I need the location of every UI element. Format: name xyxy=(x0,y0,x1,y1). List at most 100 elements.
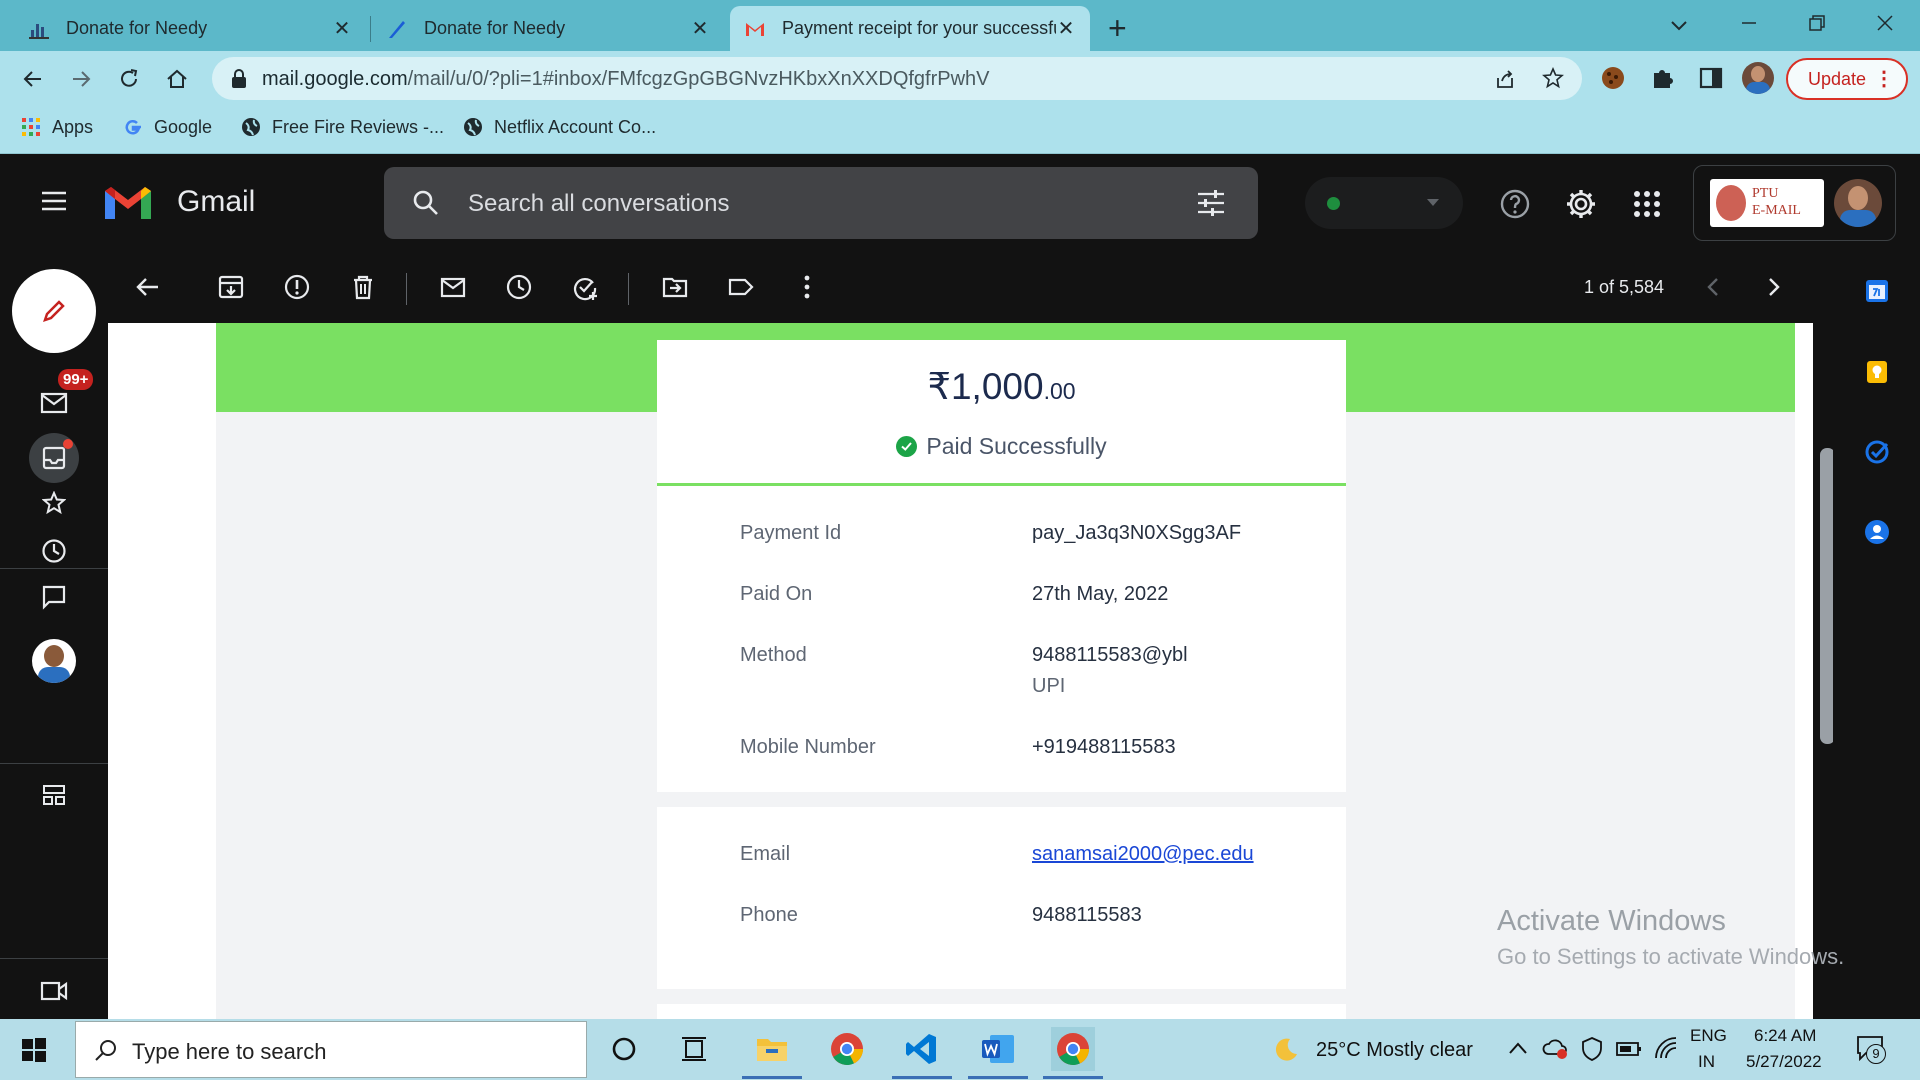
account-switcher[interactable]: PTU E-MAIL xyxy=(1693,165,1896,241)
report-spam-icon[interactable] xyxy=(283,273,311,301)
mail-nav[interactable]: 99+ xyxy=(34,369,94,423)
search-options-icon[interactable] xyxy=(1196,189,1226,217)
restore-icon[interactable] xyxy=(1806,12,1828,34)
cookie-extension-icon[interactable] xyxy=(1600,65,1626,91)
tab-title: Payment receipt for your successful xyxy=(782,18,1056,38)
meet-nav[interactable] xyxy=(34,971,74,1011)
close-window-icon[interactable] xyxy=(1874,12,1896,34)
keep-bulb-icon[interactable] xyxy=(1863,358,1891,386)
snooze-clock-icon[interactable] xyxy=(505,273,533,301)
tab-payment-receipt[interactable]: Payment receipt for your successful ✕ xyxy=(730,6,1090,51)
share-icon[interactable] xyxy=(1494,68,1516,90)
home-button[interactable] xyxy=(160,62,194,96)
chrome-app[interactable] xyxy=(825,1027,869,1071)
chat-nav[interactable] xyxy=(34,577,74,617)
address-bar[interactable]: mail.google.com/mail/u/0/?pli=1#inbox/FM… xyxy=(212,57,1582,100)
tab-title: Donate for Needy xyxy=(424,18,566,38)
task-view-icon xyxy=(682,1037,706,1061)
profile-avatar[interactable] xyxy=(1742,62,1774,94)
toolbar-separator xyxy=(406,273,407,305)
taskbar-search-input[interactable]: Type here to search xyxy=(132,1039,326,1065)
onedrive-error-icon[interactable] xyxy=(1542,1038,1568,1060)
payment-amount: ₹1,000.00 xyxy=(657,365,1346,408)
newer-chevron-icon[interactable] xyxy=(1700,273,1728,301)
battery-icon[interactable] xyxy=(1616,1040,1642,1058)
language-code[interactable]: ENG xyxy=(1690,1026,1727,1046)
taskbar-search-box[interactable]: Type here to search xyxy=(75,1021,587,1078)
label-tag-icon[interactable] xyxy=(727,273,755,301)
update-button[interactable]: Update ⋮ xyxy=(1786,58,1908,100)
windows-start-icon[interactable] xyxy=(22,1038,46,1062)
extensions-puzzle-icon[interactable] xyxy=(1650,65,1676,91)
url-host: mail.google.com xyxy=(262,68,408,90)
compose-button[interactable] xyxy=(12,269,96,353)
bookmark-google[interactable]: Google xyxy=(122,116,212,138)
lock-icon xyxy=(232,69,246,88)
file-explorer-app[interactable] xyxy=(742,1027,802,1079)
clock-time[interactable]: 6:24 AM xyxy=(1754,1026,1816,1046)
tasks-check-icon[interactable] xyxy=(1863,438,1891,466)
chat-contact-avatar[interactable] xyxy=(32,639,76,683)
bookmark-netflix[interactable]: Netflix Account Co... xyxy=(462,116,656,138)
inbox-nav[interactable] xyxy=(29,433,79,483)
wifi-icon[interactable] xyxy=(1654,1036,1678,1060)
add-to-tasks-icon[interactable] xyxy=(571,273,599,301)
search-input[interactable]: Search all conversations xyxy=(468,190,729,218)
vscode-app[interactable] xyxy=(892,1027,952,1079)
bookmark-free-fire[interactable]: Free Fire Reviews -... xyxy=(240,116,444,138)
clock-date[interactable]: 5/27/2022 xyxy=(1746,1052,1822,1072)
email-link[interactable]: sanamsai2000@pec.edu xyxy=(1032,843,1254,865)
tab-donate-1[interactable]: Donate for Needy ✕ xyxy=(14,6,366,51)
minimize-icon[interactable] xyxy=(1738,12,1760,34)
spaces-nav[interactable] xyxy=(34,775,74,815)
cortana-button[interactable] xyxy=(602,1027,646,1071)
older-chevron-icon[interactable] xyxy=(1759,273,1787,301)
bookmark-apps[interactable]: Apps xyxy=(20,116,93,138)
calendar-icon[interactable] xyxy=(1863,277,1891,305)
settings-gear-icon[interactable] xyxy=(1565,188,1597,220)
tray-chevron-up-icon[interactable] xyxy=(1508,1040,1528,1056)
mark-unread-icon[interactable] xyxy=(439,273,467,301)
chrome-active-app[interactable] xyxy=(1043,1027,1103,1079)
gmail-header: Gmail Search all conversations PTU E-MAIL xyxy=(0,155,1920,251)
close-tab-icon[interactable]: ✕ xyxy=(332,18,352,40)
search-bar[interactable]: Search all conversations xyxy=(384,167,1258,239)
task-view-button[interactable] xyxy=(672,1027,716,1071)
word-app[interactable] xyxy=(968,1027,1028,1079)
delete-trash-icon[interactable] xyxy=(349,273,377,301)
starred-nav[interactable] xyxy=(34,483,74,523)
side-panel-icon[interactable] xyxy=(1698,65,1724,91)
pencil-icon xyxy=(43,300,65,322)
new-tab-button[interactable]: + xyxy=(1108,10,1127,47)
snoozed-nav[interactable] xyxy=(34,531,74,571)
star-bookmark-icon[interactable] xyxy=(1542,67,1564,89)
more-options-icon[interactable] xyxy=(793,273,821,301)
gmail-logo-icon[interactable] xyxy=(101,181,155,223)
help-icon[interactable] xyxy=(1499,188,1531,220)
region-code[interactable]: IN xyxy=(1698,1052,1715,1072)
move-to-icon[interactable] xyxy=(661,273,689,301)
gmail-brand[interactable]: Gmail xyxy=(177,185,255,219)
ptu-logo-text: PTU E-MAIL xyxy=(1752,185,1801,219)
tab-search-chevron-icon[interactable] xyxy=(1668,14,1690,36)
close-tab-icon[interactable]: ✕ xyxy=(690,18,710,40)
word-icon xyxy=(982,1035,1014,1063)
main-menu-icon[interactable] xyxy=(40,189,68,213)
close-tab-icon[interactable]: ✕ xyxy=(1056,18,1076,40)
search-icon[interactable] xyxy=(412,189,440,217)
contacts-person-icon[interactable] xyxy=(1863,518,1891,546)
archive-icon[interactable] xyxy=(217,273,245,301)
tab-donate-2[interactable]: Donate for Needy ✕ xyxy=(372,6,724,51)
reload-button[interactable] xyxy=(112,62,146,96)
google-apps-icon[interactable] xyxy=(1633,190,1661,218)
back-button[interactable] xyxy=(16,62,50,96)
status-dropdown[interactable] xyxy=(1305,177,1463,229)
security-shield-icon[interactable] xyxy=(1580,1036,1604,1062)
action-center-button[interactable]: 9 xyxy=(1856,1035,1886,1064)
back-to-inbox-icon[interactable] xyxy=(134,273,162,301)
ptu-seal-icon xyxy=(1716,185,1746,221)
forward-button[interactable] xyxy=(64,62,98,96)
moon-weather-icon[interactable] xyxy=(1272,1036,1300,1064)
message-toolbar: 1 of 5,584 xyxy=(108,251,1833,323)
weather-text[interactable]: 25°C Mostly clear xyxy=(1316,1039,1473,1062)
